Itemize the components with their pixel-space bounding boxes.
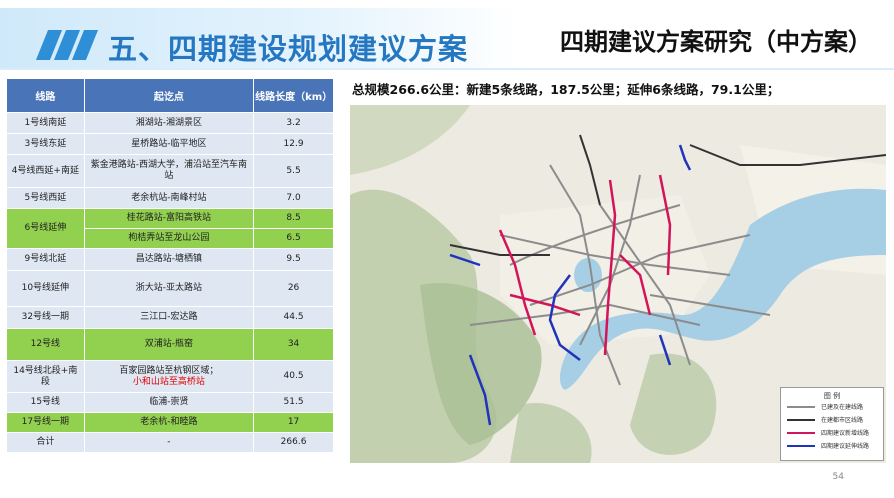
table-row: 1号线南延 湘湖站-湘湖景区 3.2 — [6, 112, 334, 134]
legend-label: 四期建议延伸线路 — [821, 443, 870, 450]
range-cell: 枸桔弄站至龙山公园 — [83, 228, 255, 249]
line-cell: 5号线西延 — [6, 187, 85, 209]
line-cell: 14号线北段+南段 — [6, 360, 85, 393]
line-cell: 3号线东延 — [6, 133, 85, 155]
legend-swatch — [787, 406, 815, 408]
length-cell: 6.5 — [253, 228, 334, 249]
length-cell: 9.5 — [253, 248, 334, 271]
length-cell: 51.5 — [253, 392, 334, 413]
line-cell: 10号线延伸 — [6, 270, 85, 307]
table-row: 15号线 临浦-崇贤 51.5 — [6, 392, 334, 413]
column-header: 线路 — [6, 78, 85, 113]
line-cell: 15号线 — [6, 392, 85, 413]
length-cell: 266.6 — [253, 432, 334, 453]
range-cell: 三江口-宏达路 — [83, 306, 255, 329]
table-row: 9号线北延 昌达路站-塘栖镇 9.5 — [6, 248, 334, 271]
page-number: 54 — [832, 472, 844, 482]
length-cell: 17 — [253, 412, 334, 433]
length-cell: 12.9 — [253, 133, 334, 155]
range-cell: 湘湖站-湘湖景区 — [83, 112, 255, 134]
metro-map: 图 例 已建及在建线路 在建都市区线路 四期建议新增线路 四期建议延伸线路 — [350, 105, 886, 463]
column-header: 起讫点 — [83, 78, 255, 113]
length-cell: 8.5 — [253, 208, 334, 229]
table-header-row: 线路 起讫点 线路长度（km） — [6, 78, 334, 113]
range-cell: - — [83, 432, 255, 453]
line-cell: 32号线一期 — [6, 306, 85, 329]
range-cell: 百家园路站至杭钢区域； 小和山站至高桥站 — [83, 360, 255, 393]
range-cell: 星桥路站-临平地区 — [83, 133, 255, 155]
table-row: 10号线延伸 浙大站-亚太路站 26 — [6, 270, 334, 307]
page-title: 五、四期建设规划建议方案 — [108, 32, 469, 66]
table-row: 17号线一期 老余杭-和睦路 17 — [6, 412, 334, 433]
section-subtitle: 四期建议方案研究（中方案） — [560, 28, 872, 56]
line-table: 线路 起讫点 线路长度（km） 1号线南延 湘湖站-湘湖景区 3.2 3号线东延… — [6, 78, 334, 453]
legend-label: 已建及在建线路 — [821, 404, 864, 411]
length-cell: 34 — [253, 328, 334, 361]
length-cell: 7.0 — [253, 187, 334, 209]
range-cell: 桂花路站-富阳高铁站 — [83, 208, 255, 229]
table-row: 4号线西延+南延 紫金港路站-西湖大学，浦沿站至汽车南站 5.5 — [6, 154, 334, 188]
line-cell: 6号线延伸 — [6, 208, 85, 249]
range-cell: 双浦站-瓶窑 — [83, 328, 255, 361]
table-row: 12号线 双浦站-瓶窑 34 — [6, 328, 334, 361]
line-cell: 4号线西延+南延 — [6, 154, 85, 188]
length-cell: 3.2 — [253, 112, 334, 134]
legend-swatch — [787, 432, 815, 434]
length-cell: 44.5 — [253, 306, 334, 329]
range-text-highlight: 小和山站至高桥站 — [132, 376, 205, 387]
line-cell: 合计 — [6, 432, 85, 453]
line-cell: 1号线南延 — [6, 112, 85, 134]
table-row: 5号线西延 老余杭站-南峰村站 7.0 — [6, 187, 334, 209]
legend-title: 图 例 — [823, 392, 841, 400]
legend-label: 四期建议新增线路 — [821, 430, 870, 437]
legend-item: 在建都市区线路 — [787, 415, 881, 424]
column-header: 线路长度（km） — [253, 78, 334, 113]
line-cell: 17号线一期 — [6, 412, 85, 433]
range-cell: 老余杭站-南峰村站 — [83, 187, 255, 209]
map-legend: 图 例 已建及在建线路 在建都市区线路 四期建议新增线路 四期建议延伸线路 — [780, 387, 884, 461]
divider — [0, 68, 894, 70]
table-row: 32号线一期 三江口-宏达路 44.5 — [6, 306, 334, 329]
legend-item: 已建及在建线路 — [787, 402, 881, 411]
legend-item: 四期建议延伸线路 — [787, 441, 881, 450]
legend-item: 四期建议新增线路 — [787, 428, 881, 437]
line-cell: 12号线 — [6, 328, 85, 361]
length-cell: 5.5 — [253, 154, 334, 188]
range-cell: 老余杭-和睦路 — [83, 412, 255, 433]
range-cell: 紫金港路站-西湖大学，浦沿站至汽车南站 — [83, 154, 255, 188]
length-cell: 26 — [253, 270, 334, 307]
table-row: 6号线延伸 桂花路站-富阳高铁站 8.5 — [6, 208, 334, 249]
title-banner: 五、四期建设规划建议方案 — [0, 8, 520, 70]
legend-label: 在建都市区线路 — [821, 417, 864, 424]
range-text: 百家园路站至杭钢区域； — [119, 365, 219, 376]
table-row: 3号线东延 星桥路站-临平地区 12.9 — [6, 133, 334, 155]
range-cell: 临浦-崇贤 — [83, 392, 255, 413]
table-row: 合计 - 266.6 — [6, 432, 334, 453]
range-cell: 浙大站-亚太路站 — [83, 270, 255, 307]
range-cell: 昌达路站-塘栖镇 — [83, 248, 255, 271]
table-row: 14号线北段+南段 百家园路站至杭钢区域； 小和山站至高桥站 40.5 — [6, 360, 334, 393]
legend-swatch — [787, 445, 815, 447]
line-cell: 9号线北延 — [6, 248, 85, 271]
summary-text: 总规模266.6公里：新建5条线路，187.5公里；延伸6条线路，79.1公里； — [352, 82, 780, 97]
length-cell: 40.5 — [253, 360, 334, 393]
legend-swatch — [787, 419, 815, 421]
